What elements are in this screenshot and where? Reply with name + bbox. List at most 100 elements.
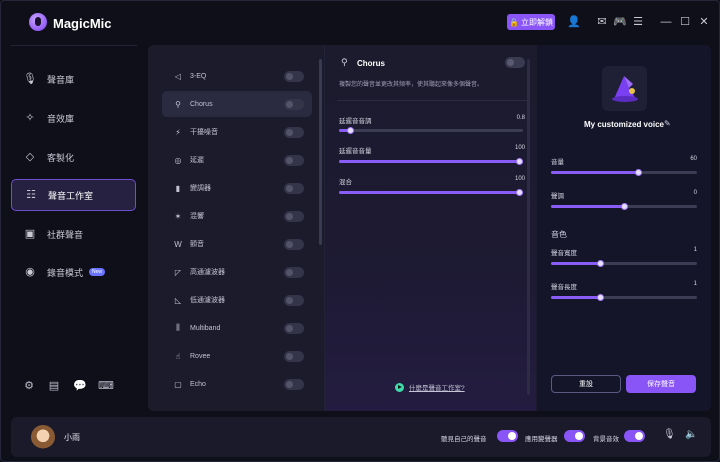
effect-item-3eq[interactable]: ◁ 3-EQ [162,63,312,89]
delay-icon: ◎ [174,155,182,165]
keybind-icon[interactable]: ⌨ [98,379,114,393]
sidebar-item-voice-studio[interactable]: ☷ 聲音工作室 [11,179,136,211]
voice-changer-toggle[interactable] [564,430,585,442]
vibrato-icon: W [174,239,182,249]
mix-slider[interactable] [339,189,523,196]
lock-icon: 🔒 [509,17,519,27]
effect-item-vibrato[interactable]: W 顫音 [162,231,312,257]
effect-toggle[interactable] [284,71,304,82]
wizard-hat-icon [612,76,638,102]
effect-toggle[interactable] [284,351,304,362]
reverb-icon: ✶ [174,211,182,221]
voice-width-slider[interactable] [551,260,697,267]
community-icon: ▣ [24,228,36,240]
slider-label: 聲音寬度 [551,250,577,257]
lowpass-icon: ◺ [174,295,182,305]
effect-toggle[interactable] [284,127,304,138]
effect-item-rovee[interactable]: ☝ Rovee [162,343,312,369]
hear-self-toggle[interactable] [497,430,518,442]
effect-label: Rovee [190,352,211,360]
effect-toggle[interactable] [284,295,304,306]
effect-item-pitch[interactable]: ▮ 變調器 [162,175,312,201]
effect-item-multiband[interactable]: ⫼ Multiband [162,315,312,341]
pitch-slider[interactable] [551,203,697,210]
sidebar-item-voice-library[interactable]: 🎙 聲音庫 [11,63,136,95]
effect-item-noise[interactable]: ⚡ 干擾噪音 [162,119,312,145]
avatar[interactable] [31,425,55,449]
effect-item-reverb[interactable]: ✶ 混響 [162,203,312,229]
tutorial-icon[interactable]: ▤ [47,379,61,393]
multiband-icon: ⫼ [176,323,180,332]
slider-label: 聲音長度 [551,284,577,291]
bg-effect-toggle[interactable] [624,430,645,442]
volume-slider[interactable] [551,169,697,176]
effect-toggle[interactable] [284,267,304,278]
effect-item-delay[interactable]: ◎ 延遲 [162,147,312,173]
slider-knob[interactable] [346,127,354,134]
chorus-toggle[interactable] [505,57,525,68]
sidebar-item-record-mode[interactable]: ◉ 錄音模式 New [11,256,136,288]
effect-toggle[interactable] [284,155,304,166]
maximize-icon[interactable]: ☐ [678,15,692,29]
effect-toggle[interactable] [284,239,304,250]
effect-label: 3-EQ [190,72,207,80]
voice-name: My customized voice [583,120,665,129]
slider-label: 混合 [339,179,352,186]
slider-label: 延遲音音量 [339,148,372,155]
user-icon[interactable]: 👤 [567,15,581,29]
settings-scrollbar[interactable] [527,59,530,395]
delay-pitch-slider[interactable] [339,127,523,134]
sidebar-item-label: 社群聲音 [47,229,84,240]
voice-length-slider[interactable] [551,294,697,301]
mail-icon[interactable]: ✉ [595,15,609,29]
effect-toggle[interactable] [284,379,304,390]
sidebar-item-community[interactable]: ▣ 社群聲音 [11,218,136,250]
echo-icon: ▢ [174,379,182,389]
slider-knob[interactable] [516,158,523,165]
effect-toggle[interactable] [284,183,304,194]
edit-icon[interactable]: ✎ [664,119,671,128]
help-link-text: 什麼是聲音工作室? [409,385,465,392]
bg-effect-label: 背景音效 [593,436,619,443]
slider-knob[interactable] [635,169,643,176]
slider-fill [339,191,523,194]
slider-fill [339,160,523,163]
effect-item-lowpass[interactable]: ◺ 低通濾波器 [162,287,312,313]
reset-button[interactable]: 重設 [551,375,621,393]
effect-item-chorus[interactable]: ⚲ Chorus [162,91,312,117]
highpass-icon: ◸ [174,267,182,277]
minimize-icon[interactable]: — [659,15,673,29]
delay-volume-slider[interactable] [339,158,523,165]
slider-knob[interactable] [620,203,628,210]
chat-icon[interactable]: 💬 [73,379,87,393]
hand-icon: ☝ [175,351,181,361]
effect-list-scrollbar[interactable] [319,59,322,245]
record-icon: ◉ [25,266,35,278]
discord-icon[interactable]: 🎮 [613,15,627,29]
effect-toggle[interactable] [284,323,304,334]
slider-knob[interactable] [516,189,523,196]
close-icon[interactable]: ✕ [697,15,711,29]
unlock-button[interactable]: 🔒 立即解鎖 [507,14,555,30]
sidebar-item-sound-library[interactable]: ✧ 音效庫 [11,102,136,134]
microphone-icon[interactable]: 🎙 [663,429,676,440]
sidebar: 🎙 聲音庫 ✧ 音效庫 ◇ 客製化 ☷ 聲音工作室 ▣ 社群聲音 ◉ 錄音模式 … [1,45,147,411]
new-badge: New [89,268,106,276]
sidebar-item-label: 聲音庫 [47,74,75,85]
sidebar-item-customize[interactable]: ◇ 客製化 [11,141,136,173]
effect-toggle[interactable] [284,211,304,222]
effect-toggle[interactable] [284,99,304,110]
effect-label: 干擾噪音 [190,129,218,136]
effect-item-echo[interactable]: ▢ Echo [162,371,312,397]
settings-icon[interactable]: ⚙ [22,379,36,393]
help-link[interactable]: 什麼是聲音工作室? [395,382,465,392]
chorus-icon: ⚲ [175,99,181,109]
save-voice-button[interactable]: 保存聲音 [626,375,696,393]
username: 小雨 [64,433,80,442]
slider-knob[interactable] [597,260,605,267]
speaker-icon[interactable]: 🔈 [685,429,697,440]
menu-icon[interactable]: ☰ [631,15,645,29]
slider-value: 0.8 [516,115,525,121]
slider-knob[interactable] [597,294,605,301]
effect-item-highpass[interactable]: ◸ 高通濾波器 [162,259,312,285]
